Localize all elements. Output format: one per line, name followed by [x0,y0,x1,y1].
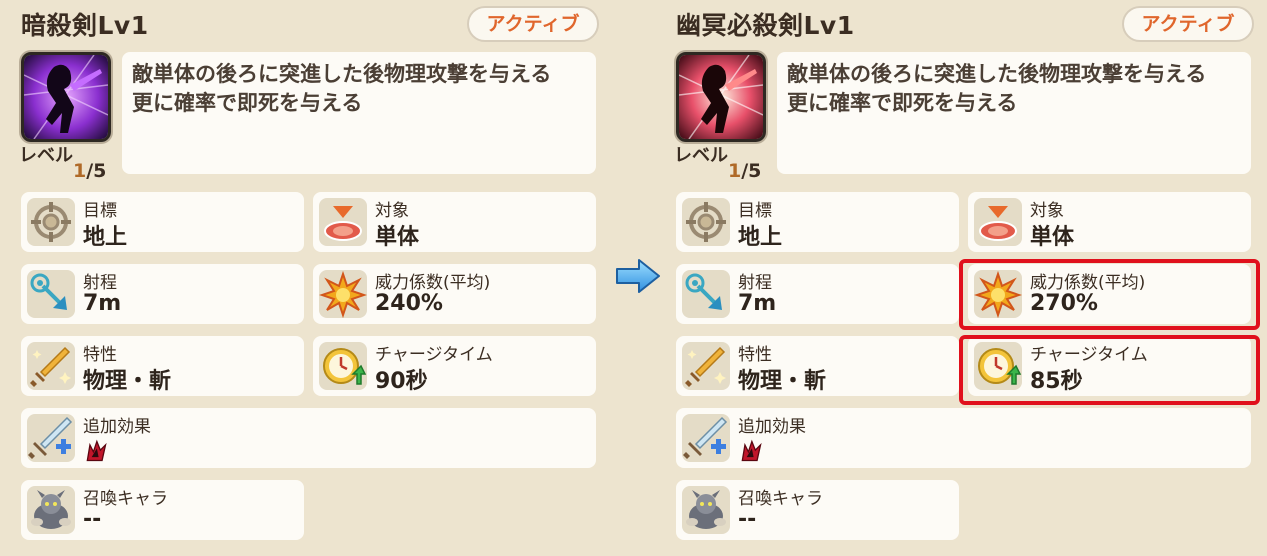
debuff-icon[interactable] [83,438,109,464]
stat-label: 威力係数(平均) [375,273,491,293]
range-arrow-icon [27,270,75,318]
clock-up-icon [319,342,367,390]
target-area-icon [319,198,367,246]
stat-label: 召喚キャラ [83,489,168,509]
sword-plus-icon [682,414,730,462]
description-line: 更に確率で即死を与える [132,91,363,115]
skill-description: 敵単体の後ろに突進した後物理攻撃を与える 更に確率で即死を与える [122,52,596,174]
crosshair-icon [27,198,75,246]
description-line: 敵単体の後ろに突進した後物理攻撃を与える [132,62,552,86]
stat-label: 特性 [738,345,772,365]
stat-value: 物理・斬 [738,369,827,394]
active-badge: アクティブ [1122,6,1254,42]
stat-value: 7m [738,291,777,316]
stat-object: 対象 単体 [313,192,596,252]
stat-object: 対象 単体 [968,192,1251,252]
stat-label: 射程 [738,273,772,293]
stat-target: 目標 地上 [21,192,304,252]
stat-value: 240% [375,291,443,316]
stat-label: 射程 [83,273,117,293]
level-label: レベル [19,145,73,166]
description-line: 更に確率で即死を与える [787,91,1018,115]
stat-value: 単体 [1030,225,1075,250]
stat-range: 射程 7m [676,264,959,324]
level-max: /5 [741,160,762,182]
stat-value: 7m [83,291,122,316]
sword-icon [682,342,730,390]
skill-title: 暗殺剣Lv1 [21,11,149,40]
stat-value: 物理・斬 [83,369,172,394]
skill-title: 幽冥必殺剣Lv1 [676,11,855,40]
stat-range: 射程 7m [21,264,304,324]
stat-label: 追加効果 [83,417,151,437]
level-value: 1/5 [728,160,761,182]
stat-label: チャージタイム [375,345,493,365]
explosion-icon [319,270,367,318]
stat-target: 目標 地上 [676,192,959,252]
summon-creature-icon [682,486,730,534]
active-badge: アクティブ [467,6,599,42]
stat-charge: チャージタイム 90秒 [313,336,596,396]
stat-value: -- [738,507,757,532]
level-current: 1 [728,160,742,182]
stat-trait: 特性 物理・斬 [21,336,304,396]
stat-label: 目標 [83,201,117,221]
stat-value: 地上 [738,225,783,250]
level-label: レベル [674,145,728,166]
stat-label: 対象 [1030,201,1064,221]
stat-label: 目標 [738,201,772,221]
stat-value: 90秒 [375,369,428,394]
stat-label: 追加効果 [738,417,806,437]
debuff-icon[interactable] [738,438,764,464]
crosshair-icon [682,198,730,246]
stat-summon: 召喚キャラ -- [21,480,304,540]
target-area-icon [974,198,1022,246]
skill-portrait-icon [676,52,766,142]
stat-trait: 特性 物理・斬 [676,336,959,396]
power-highlight-box [959,259,1260,330]
stat-label: 対象 [375,201,409,221]
sword-plus-icon [27,414,75,462]
stat-power: 威力係数(平均) 240% [313,264,596,324]
skill-portrait-icon [21,52,111,142]
skill-panel-right: 幽冥必殺剣Lv1 アクティブ レベル 1/5 敵単体の後ろに突進した後物理攻撃を… [670,0,1267,556]
level-current: 1 [73,160,87,182]
stat-label: 特性 [83,345,117,365]
description-line: 敵単体の後ろに突進した後物理攻撃を与える [787,62,1207,86]
stat-value: 地上 [83,225,128,250]
summon-creature-icon [27,486,75,534]
stat-extra: 追加効果 [21,408,596,468]
level-value: 1/5 [73,160,106,182]
charge-highlight-box [959,335,1260,405]
right-arrow-icon [615,258,661,294]
stat-value: -- [83,507,102,532]
stat-label: 召喚キャラ [738,489,823,509]
sword-icon [27,342,75,390]
stat-value: 単体 [375,225,420,250]
skill-panel-left: 暗殺剣Lv1 アクティブ レベル 1/5 敵単体の後ろに突進した後物理攻撃を与え… [15,0,615,556]
level-max: /5 [86,160,107,182]
skill-description: 敵単体の後ろに突進した後物理攻撃を与える 更に確率で即死を与える [777,52,1251,174]
range-arrow-icon [682,270,730,318]
stat-extra: 追加効果 [676,408,1251,468]
stat-summon: 召喚キャラ -- [676,480,959,540]
